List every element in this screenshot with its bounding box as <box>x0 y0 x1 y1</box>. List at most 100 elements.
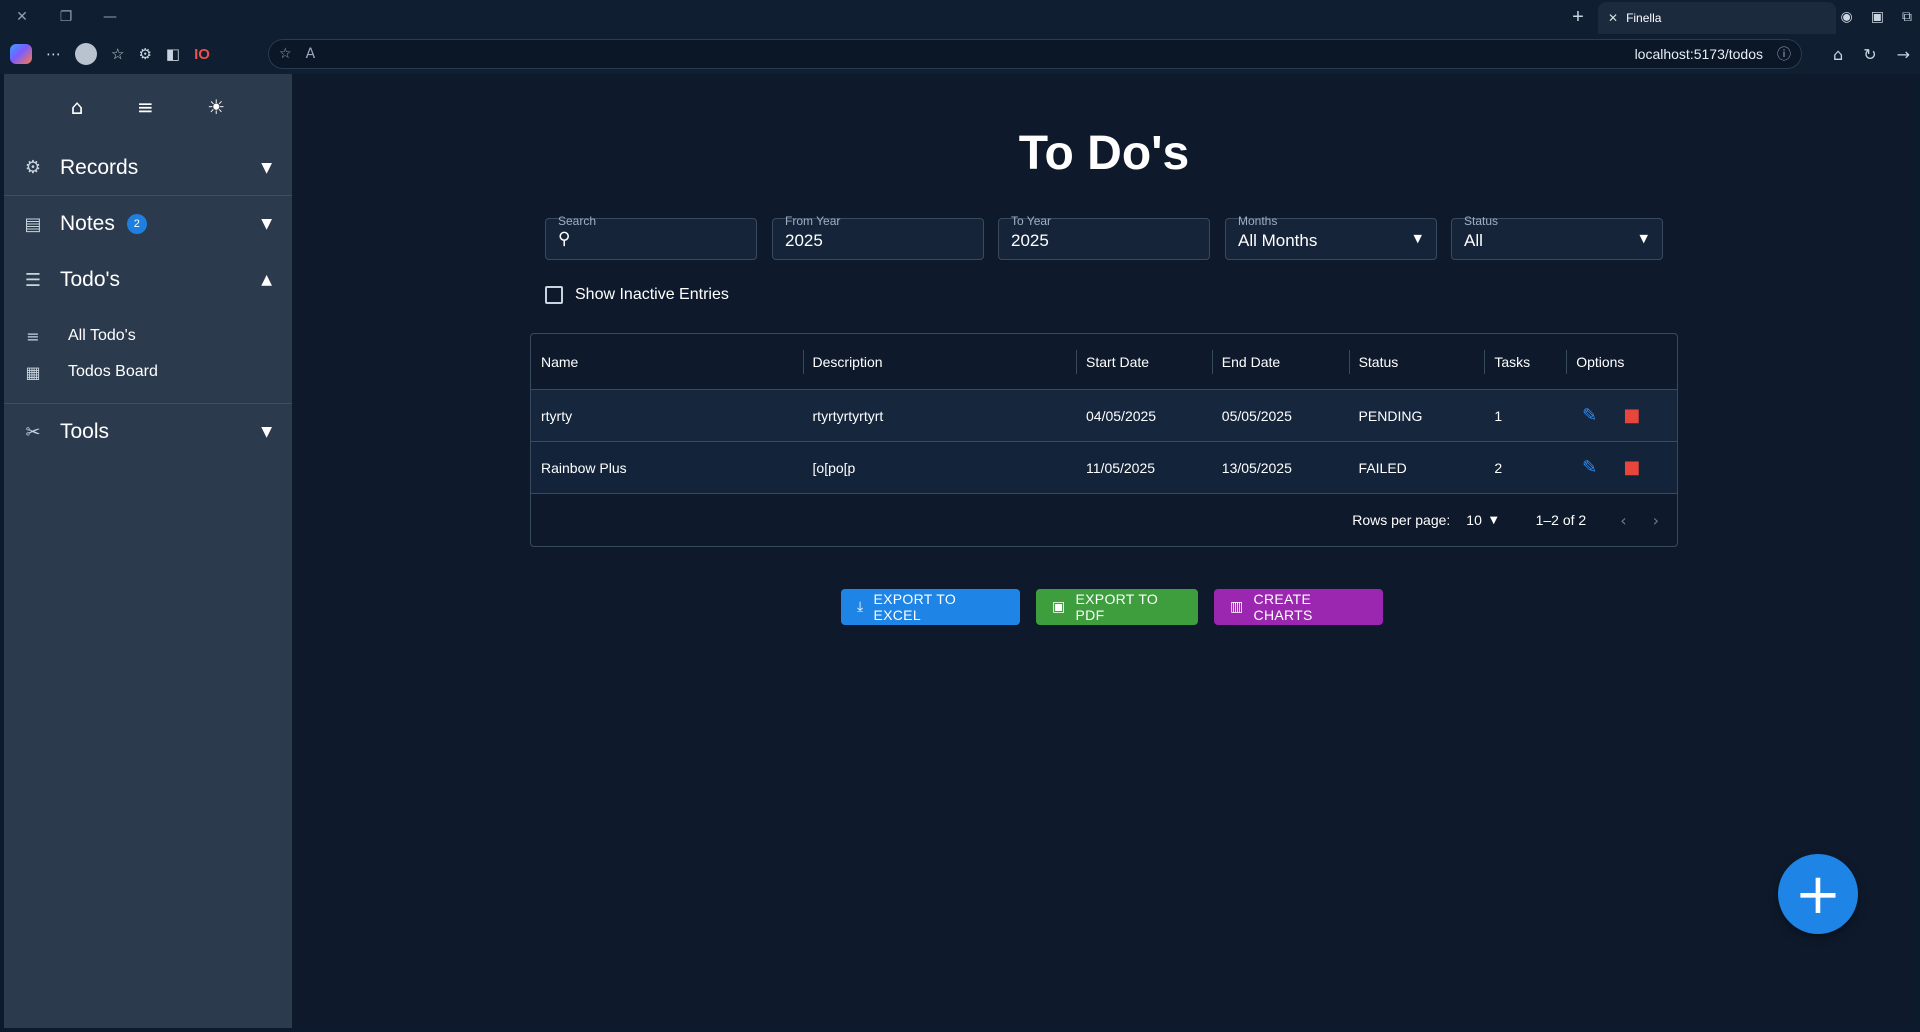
chevron-up-icon: ▲ <box>261 272 272 288</box>
delete-icon[interactable]: ■ <box>1623 405 1640 426</box>
collections-icon[interactable]: ◧ <box>166 45 180 63</box>
column-header-status[interactable]: Status <box>1348 349 1485 374</box>
pagination-range: 1–2 of 2 <box>1535 512 1587 528</box>
extensions-icon[interactable]: ⚙ <box>138 45 151 63</box>
dropdown-arrow-icon: ▼ <box>1489 514 1498 526</box>
search-input[interactable]: Search ⚲ <box>545 214 757 260</box>
export-pdf-label: EXPORT TO PDF <box>1075 591 1159 623</box>
read-aloud-icon[interactable]: A <box>306 46 316 62</box>
close-tab-icon[interactable]: ✕ <box>1608 11 1618 25</box>
sidebar: ⌂ ≡ ☀ ⚙ Records ▼ ▤ Notes 2 ▼ ☰ Todo's ▲… <box>4 74 292 1028</box>
address-bar[interactable]: ☆ A localhost:5173/todos ⓘ <box>268 39 1802 69</box>
sidebar-item-label: Todo's <box>60 268 121 291</box>
table-row[interactable]: rtyrty rtyrtyrtyrtyrt 04/05/2025 05/05/2… <box>531 390 1677 442</box>
export-pdf-button[interactable]: ▣ EXPORT TO PDF <box>1036 589 1198 625</box>
rows-per-page-select[interactable]: 10 ▼ <box>1466 512 1497 528</box>
delete-icon[interactable]: ■ <box>1623 457 1640 478</box>
home-icon[interactable]: ⌂ <box>71 95 84 119</box>
to-year-field[interactable]: To Year 2025 <box>998 214 1210 260</box>
previous-page-icon[interactable]: ‹ <box>1620 511 1626 530</box>
cell-start-date: 04/05/2025 <box>1086 407 1157 424</box>
theme-toggle-icon[interactable]: ☀ <box>207 95 225 119</box>
todos-table: Name Description Start Date End Date Sta… <box>530 333 1678 547</box>
column-header-tasks[interactable]: Tasks <box>1484 349 1566 374</box>
dropdown-arrow-icon: ▼ <box>1639 232 1648 245</box>
column-header-end-date[interactable]: End Date <box>1211 349 1349 374</box>
toolbar-right-icons: ⌂ ↻ → <box>1833 34 1910 74</box>
sidebar-subitem-todos-board[interactable]: ▦ Todos Board <box>4 354 292 390</box>
url-text[interactable]: localhost:5173/todos <box>1635 46 1763 62</box>
favorite-star-icon[interactable]: ☆ <box>279 46 292 62</box>
edit-icon[interactable]: ✎ <box>1582 405 1597 426</box>
page-title: To Do's <box>1018 127 1190 180</box>
browser-tab[interactable]: ✕ Finella <box>1598 2 1836 34</box>
tools-icon: ✂ <box>25 421 41 443</box>
column-header-start-date[interactable]: Start Date <box>1076 349 1212 374</box>
site-info-icon[interactable]: ⓘ <box>1777 44 1791 64</box>
sidebar-item-records[interactable]: ⚙ Records ▼ <box>4 140 292 196</box>
export-excel-label: EXPORT TO EXCEL <box>873 591 957 623</box>
cell-description: rtyrtyrtyrtyrt <box>812 407 884 424</box>
list-edit-icon: ≡ <box>26 326 40 346</box>
column-header-description[interactable]: Description <box>802 349 1077 374</box>
chevron-down-icon: ▼ <box>261 216 272 232</box>
menu-icon[interactable]: ≡ <box>137 95 154 119</box>
sidebar-item-tools[interactable]: ✂ Tools ▼ <box>4 404 292 460</box>
rows-per-page-value: 10 <box>1466 512 1482 528</box>
split-screen-icon[interactable]: ▣ <box>1871 9 1884 25</box>
extension-io-icon[interactable]: IO <box>194 46 210 63</box>
cell-start-date: 11/05/2025 <box>1086 459 1156 476</box>
create-charts-button[interactable]: ▥ CREATE CHARTS <box>1214 589 1383 625</box>
add-todo-button[interactable]: + <box>1778 854 1858 934</box>
cell-description: [o[po[p <box>812 459 856 476</box>
cell-options: ✎ ■ <box>1566 457 1677 478</box>
workspaces-icon[interactable]: ⧉ <box>1902 9 1912 25</box>
forward-icon[interactable]: → <box>1897 45 1910 64</box>
from-year-label: From Year <box>785 214 841 228</box>
toolbar-left-icons: ⋯ ☆ ⚙ ◧ IO <box>0 43 268 65</box>
notes-count-badge: 2 <box>126 214 147 234</box>
restore-window-icon[interactable]: ❐ <box>44 0 88 34</box>
notes-icon: ▤ <box>24 213 42 235</box>
new-tab-button[interactable]: + <box>1562 0 1594 34</box>
pager-controls: ‹ › <box>1620 511 1659 530</box>
column-header-name[interactable]: Name <box>531 350 803 374</box>
dropdown-arrow-icon: ▼ <box>1413 232 1422 245</box>
picture-icon: ▣ <box>1052 599 1066 615</box>
refresh-icon[interactable]: ↻ <box>1863 45 1876 64</box>
copilot-icon[interactable] <box>10 44 32 64</box>
months-label: Months <box>1238 214 1278 228</box>
table-row[interactable]: Rainbow Plus [o[po[p 11/05/2025 13/05/20… <box>531 442 1677 494</box>
sidebar-item-label: Notes <box>60 212 115 235</box>
profile-avatar-icon[interactable] <box>75 43 97 65</box>
status-value: All <box>1464 231 1483 250</box>
search-icon: ⚲ <box>558 229 571 249</box>
todos-icon: ☰ <box>24 269 42 291</box>
sidebar-item-notes[interactable]: ▤ Notes 2 ▼ <box>4 196 292 252</box>
profile-shield-icon[interactable]: ◉ <box>1841 9 1853 25</box>
home-icon[interactable]: ⌂ <box>1833 45 1843 64</box>
tab-title: Finella <box>1626 11 1662 25</box>
sidebar-subitem-all-todos[interactable]: ≡ All Todo's <box>4 318 292 354</box>
favorites-icon[interactable]: ☆ <box>111 45 124 63</box>
browser-titlebar: ✕ ❐ — + ✕ Finella ◉ ▣ ⧉ <box>0 0 1920 34</box>
to-year-value: 2025 <box>1011 231 1049 250</box>
minimize-window-icon[interactable]: — <box>88 0 132 34</box>
chart-add-icon: ▥ <box>1230 599 1244 615</box>
to-year-label: To Year <box>1011 214 1052 228</box>
column-header-options: Options <box>1566 349 1677 374</box>
show-inactive-row: Show Inactive Entries <box>545 286 729 304</box>
from-year-field[interactable]: From Year 2025 <box>772 214 984 260</box>
next-page-icon[interactable]: › <box>1653 511 1659 530</box>
more-icon[interactable]: ⋯ <box>46 45 61 63</box>
close-window-icon[interactable]: ✕ <box>0 0 44 34</box>
months-select[interactable]: Months All Months ▼ <box>1225 214 1437 260</box>
sidebar-item-todos[interactable]: ☰ Todo's ▲ <box>4 252 292 308</box>
status-select[interactable]: Status All ▼ <box>1451 214 1663 260</box>
download-icon: ⤓ <box>857 599 864 615</box>
show-inactive-checkbox[interactable] <box>545 286 563 304</box>
edit-icon[interactable]: ✎ <box>1582 457 1597 478</box>
export-excel-button[interactable]: ⤓ EXPORT TO EXCEL <box>841 589 1020 625</box>
cell-end-date: 05/05/2025 <box>1221 407 1292 424</box>
create-charts-label: CREATE CHARTS <box>1253 591 1313 623</box>
